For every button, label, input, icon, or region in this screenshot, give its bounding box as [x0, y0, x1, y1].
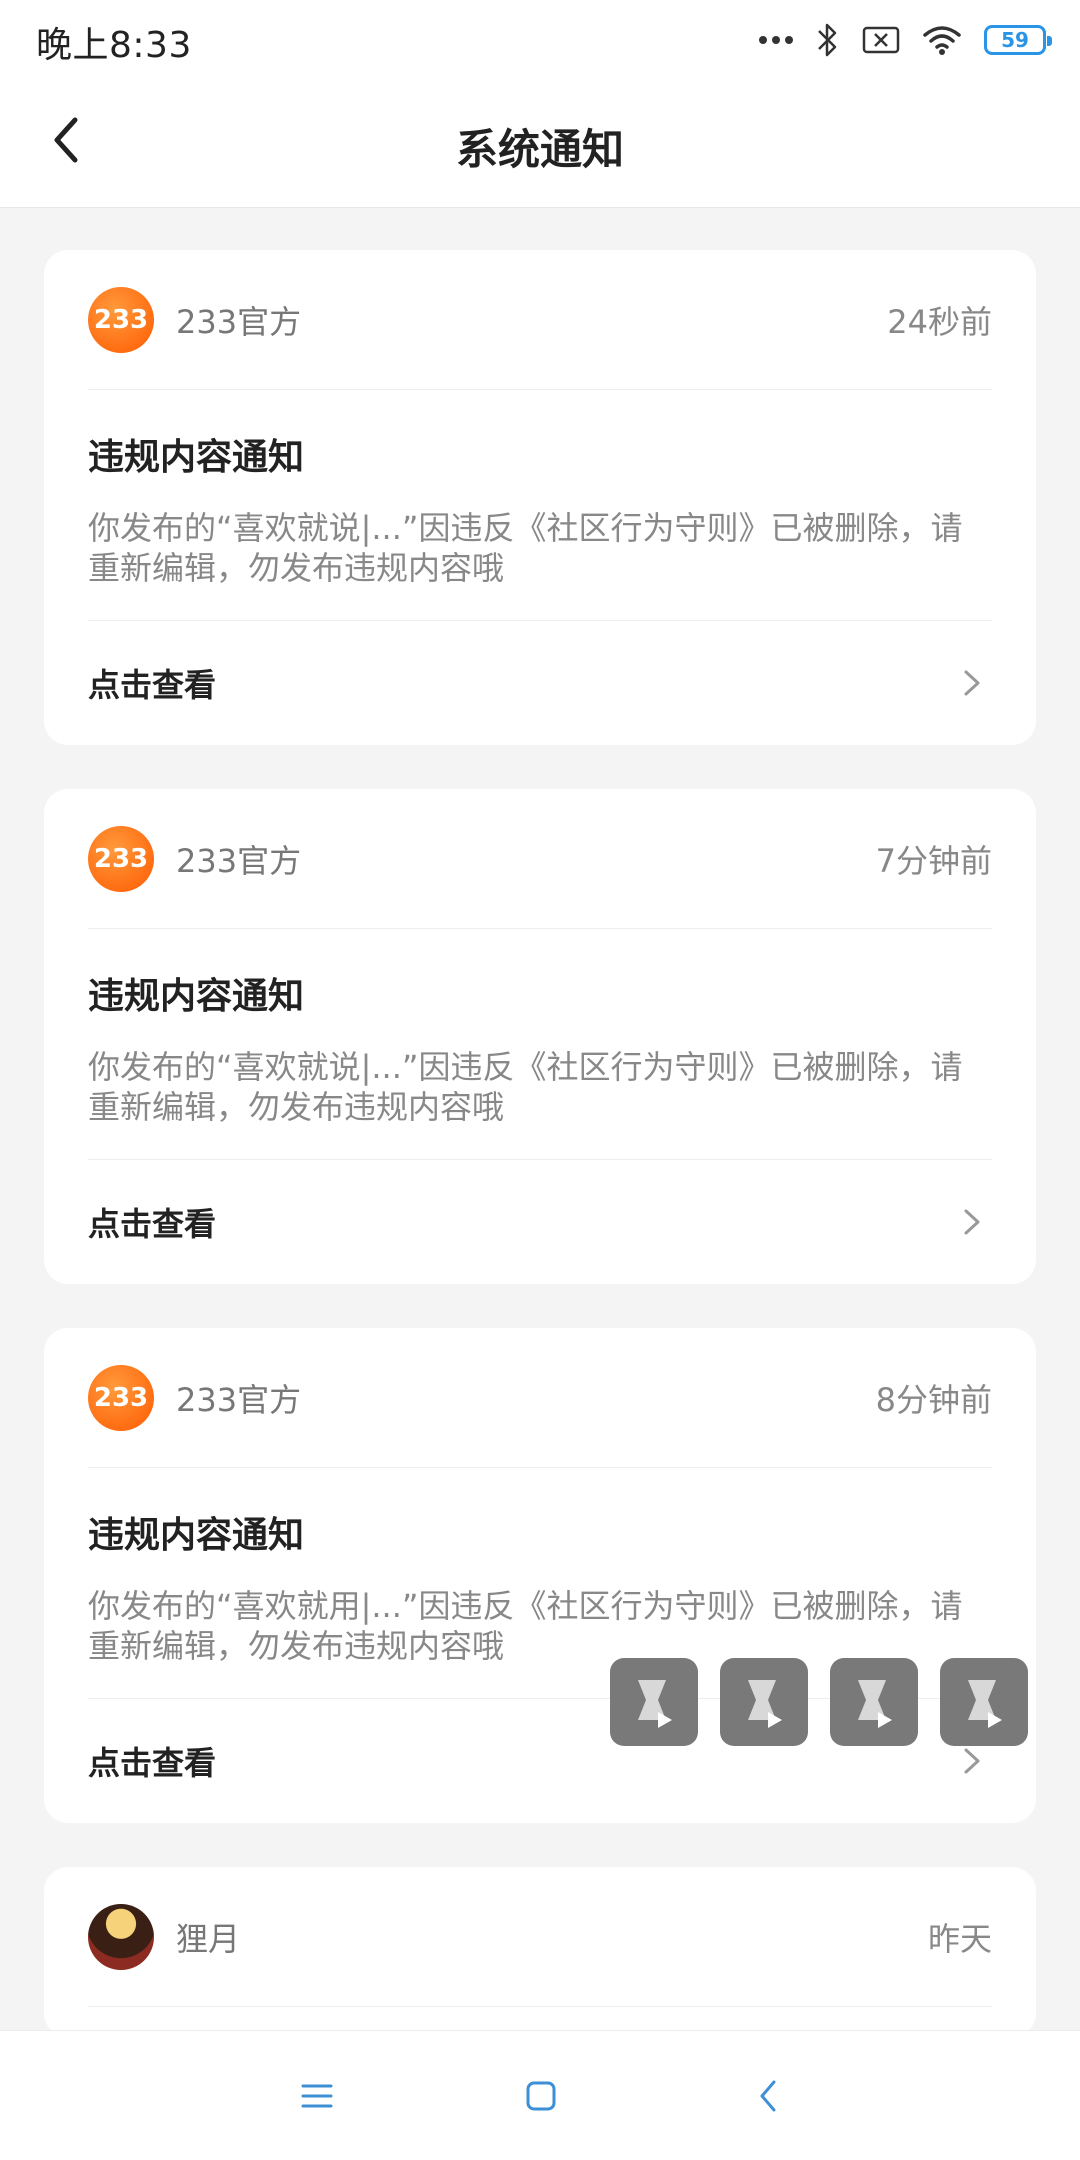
more-dots-icon [759, 36, 793, 44]
floating-widgets [610, 1658, 1028, 1746]
sender-name: 狸月 [176, 1919, 241, 1958]
notification-card[interactable]: 233 233官方 8分钟前 违规内容通知 你发布的“喜欢就用|...”因违反《… [44, 1328, 1036, 1823]
notification-card[interactable]: 狸月 昨天 [44, 1867, 1036, 2037]
battery-indicator: 59 [984, 25, 1052, 55]
floating-video-widget[interactable] [720, 1658, 808, 1746]
view-details-row[interactable]: 点击查看 [88, 1160, 992, 1284]
avatar: 233 [88, 1364, 154, 1431]
battery-level: 59 [1001, 28, 1029, 52]
menu-icon [301, 2084, 333, 2108]
chevron-right-icon [962, 1746, 992, 1776]
recents-button[interactable] [282, 2061, 352, 2131]
back-icon [760, 2080, 776, 2112]
nav-back-button[interactable] [733, 2061, 803, 2131]
avatar: 233 [88, 825, 154, 892]
hourglass-play-icon [858, 1680, 892, 1728]
view-details-row[interactable]: 点击查看 [88, 621, 992, 745]
avatar-text: 233 [93, 843, 149, 874]
view-details-label: 点击查看 [88, 1205, 217, 1243]
notification-time: 8分钟前 [875, 1380, 992, 1419]
chevron-right-icon [962, 668, 992, 698]
home-button[interactable] [506, 2061, 576, 2131]
notification-list: 233 233官方 24秒前 违规内容通知 你发布的“喜欢就说|...”因违反《… [44, 250, 1036, 2081]
header: 系统通知 [0, 80, 1080, 208]
hourglass-play-icon [968, 1680, 1002, 1728]
bluetooth-icon [818, 23, 837, 57]
view-details-label: 点击查看 [88, 1744, 217, 1782]
avatar [88, 1903, 154, 1970]
floating-video-widget[interactable] [830, 1658, 918, 1746]
card-header: 233 233官方 24秒前 [88, 250, 992, 390]
notification-title: 违规内容通知 [88, 976, 305, 1017]
notification-time: 昨天 [927, 1919, 992, 1958]
notification-card[interactable]: 233 233官方 24秒前 违规内容通知 你发布的“喜欢就说|...”因违反《… [44, 250, 1036, 745]
avatar: 233 [88, 286, 154, 353]
card-header: 233 233官方 7分钟前 [88, 789, 992, 929]
notification-title: 违规内容通知 [88, 437, 305, 478]
status-icons: 59 [758, 18, 1052, 62]
avatar-text: 233 [93, 1382, 149, 1413]
hourglass-play-icon [638, 1680, 672, 1728]
system-nav-bar [0, 2030, 1080, 2160]
notification-title: 违规内容通知 [88, 1515, 305, 1556]
card-header: 233 233官方 8分钟前 [88, 1328, 992, 1468]
avatar-text: 233 [93, 304, 149, 335]
floating-video-widget[interactable] [940, 1658, 1028, 1746]
sender-name: 233官方 [176, 841, 302, 880]
view-details-label: 点击查看 [88, 666, 217, 704]
chevron-right-icon [962, 1207, 992, 1237]
notification-time: 7分钟前 [875, 841, 992, 880]
notification-description: 你发布的“喜欢就说|...”因违反《社区行为守则》已被删除，请重新编辑，勿发布违… [88, 508, 992, 621]
status-time: 晚上8:33 [36, 25, 192, 66]
hourglass-play-icon [748, 1680, 782, 1728]
sim-off-icon [862, 26, 900, 54]
page-title: 系统通知 [455, 125, 624, 174]
wifi-icon [923, 26, 961, 55]
card-header: 狸月 昨天 [88, 1867, 992, 2007]
notification-card[interactable]: 233 233官方 7分钟前 违规内容通知 你发布的“喜欢就说|...”因违反《… [44, 789, 1036, 1284]
notification-time: 24秒前 [887, 302, 992, 341]
notification-description: 你发布的“喜欢就说|...”因违反《社区行为守则》已被删除，请重新编辑，勿发布违… [88, 1047, 992, 1160]
floating-video-widget[interactable] [610, 1658, 698, 1746]
sender-name: 233官方 [176, 1380, 302, 1419]
status-bar: 晚上8:33 59 [0, 0, 1080, 80]
sender-name: 233官方 [176, 302, 302, 341]
home-square-icon [526, 2081, 556, 2111]
